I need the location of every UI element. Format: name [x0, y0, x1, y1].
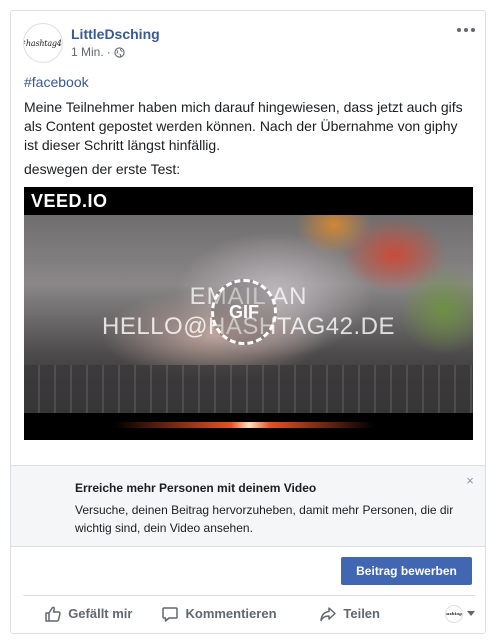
meta-separator: · — [106, 45, 111, 59]
post-text-paragraph: Meine Teilnehmer haben mich darauf hinge… — [24, 99, 463, 153]
gif-badge-label: GIF — [229, 301, 259, 322]
light-streak — [114, 422, 374, 428]
comment-button[interactable]: Kommentieren — [154, 598, 285, 630]
avatar-logo-text: #hashtag42 — [24, 38, 62, 48]
timestamp[interactable]: 1 Min. — [71, 45, 104, 59]
action-bar: Gefällt mir Kommentieren Teilen #hashtag… — [23, 595, 476, 631]
author-name[interactable]: LittleDsching — [71, 26, 160, 42]
veed-watermark: VEED.IO — [31, 191, 108, 211]
thumbs-up-icon — [45, 606, 61, 622]
avatar[interactable]: #hashtag42 — [23, 23, 63, 63]
keyboard-image — [24, 365, 473, 413]
share-button[interactable]: Teilen — [284, 598, 415, 630]
boost-post-button[interactable]: Beitrag bewerben — [341, 557, 472, 585]
share-icon — [320, 606, 337, 621]
share-label: Teilen — [343, 606, 380, 621]
promo-title: Erreiche mehr Personen mit deinem Video — [75, 481, 317, 495]
like-label: Gefällt mir — [68, 606, 133, 621]
promo-icon — [23, 478, 63, 518]
chevron-down-icon — [467, 611, 476, 616]
hashtag-link[interactable]: #facebook — [24, 74, 89, 90]
more-dots-icon — [457, 28, 475, 32]
more-options-button[interactable] — [455, 21, 477, 39]
comment-icon — [162, 606, 179, 622]
post-meta: 1 Min. · — [71, 45, 125, 59]
post-header: #hashtag42 LittleDsching 1 Min. · — [11, 11, 485, 71]
promo-banner: Erreiche mehr Personen mit deinem Video … — [11, 465, 485, 547]
like-button[interactable]: Gefällt mir — [23, 598, 154, 630]
post-text-paragraph: deswegen der erste Test: — [24, 161, 181, 177]
gif-play-badge[interactable]: GIF — [211, 279, 277, 345]
gif-media[interactable]: VEED.IO EMAIL AN HELLO@HASHTAG42.DE GIF — [24, 187, 473, 440]
post-as-selector[interactable]: #hashtag42 — [415, 598, 476, 630]
post-card: #hashtag42 LittleDsching 1 Min. · #faceb… — [10, 10, 486, 634]
close-icon[interactable]: × — [463, 474, 477, 488]
comment-label: Kommentieren — [185, 606, 277, 621]
page-avatar: #hashtag42 — [445, 604, 464, 623]
promo-body: Versuche, deinen Beitrag hervorzuheben, … — [75, 503, 454, 535]
globe-icon[interactable] — [114, 46, 125, 58]
